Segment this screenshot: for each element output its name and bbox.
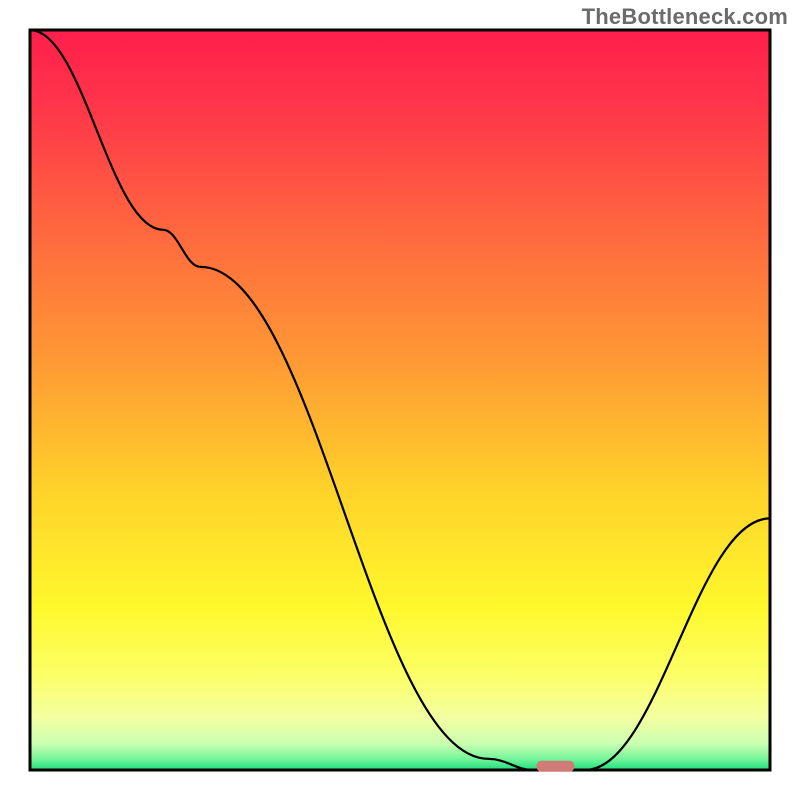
chart-container: TheBottleneck.com [0,0,800,800]
watermark-label: TheBottleneck.com [582,4,788,30]
optimal-point-marker [536,761,574,772]
bottleneck-chart [0,0,800,800]
